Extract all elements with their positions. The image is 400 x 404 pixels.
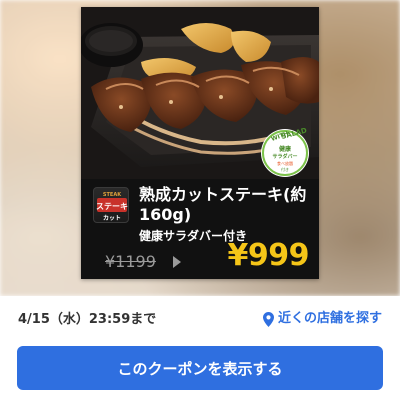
discount-price: ¥999 [227, 238, 310, 273]
find-store-link[interactable]: 近くの店舗を探す [262, 311, 382, 327]
badge-line4: 付き [281, 166, 289, 172]
logo-main-text: ステーキ [96, 202, 128, 211]
logo-top-text: STEAK [103, 192, 122, 198]
find-store-label: 近くの店舗を探す [277, 311, 382, 326]
logo-bottom-text: カット [103, 215, 121, 222]
original-price: ¥1199 [105, 252, 156, 271]
coupon-card[interactable]: WITH SALAD 健康 サラダバー 食べ放題 付き STEAK ステーキ カ… [81, 7, 319, 279]
play-arrow-icon [173, 256, 181, 268]
badge-line1: 健康 [279, 145, 292, 153]
steak-cut-logo: STEAK ステーキ カット [93, 187, 129, 223]
coupon-title: 熟成カットステーキ(約160g) [139, 185, 307, 224]
coupon-info: STEAK ステーキ カット 熟成カットステーキ(約160g) 健康サラダバー付… [81, 179, 319, 279]
coupon-meta: 4/15（水）23:59まで 近くの店舗を探す [0, 296, 400, 344]
show-coupon-button[interactable]: このクーポンを表示する [17, 346, 383, 390]
salad-bar-badge: WITH SALAD 健康 サラダバー 食べ放題 付き [260, 126, 310, 178]
badge-line3: 食べ放題 [277, 160, 293, 166]
badge-line2: サラダバー [272, 153, 297, 160]
expiry-deadline: 4/15（水）23:59まで [18, 312, 157, 327]
location-pin-icon [262, 311, 274, 327]
